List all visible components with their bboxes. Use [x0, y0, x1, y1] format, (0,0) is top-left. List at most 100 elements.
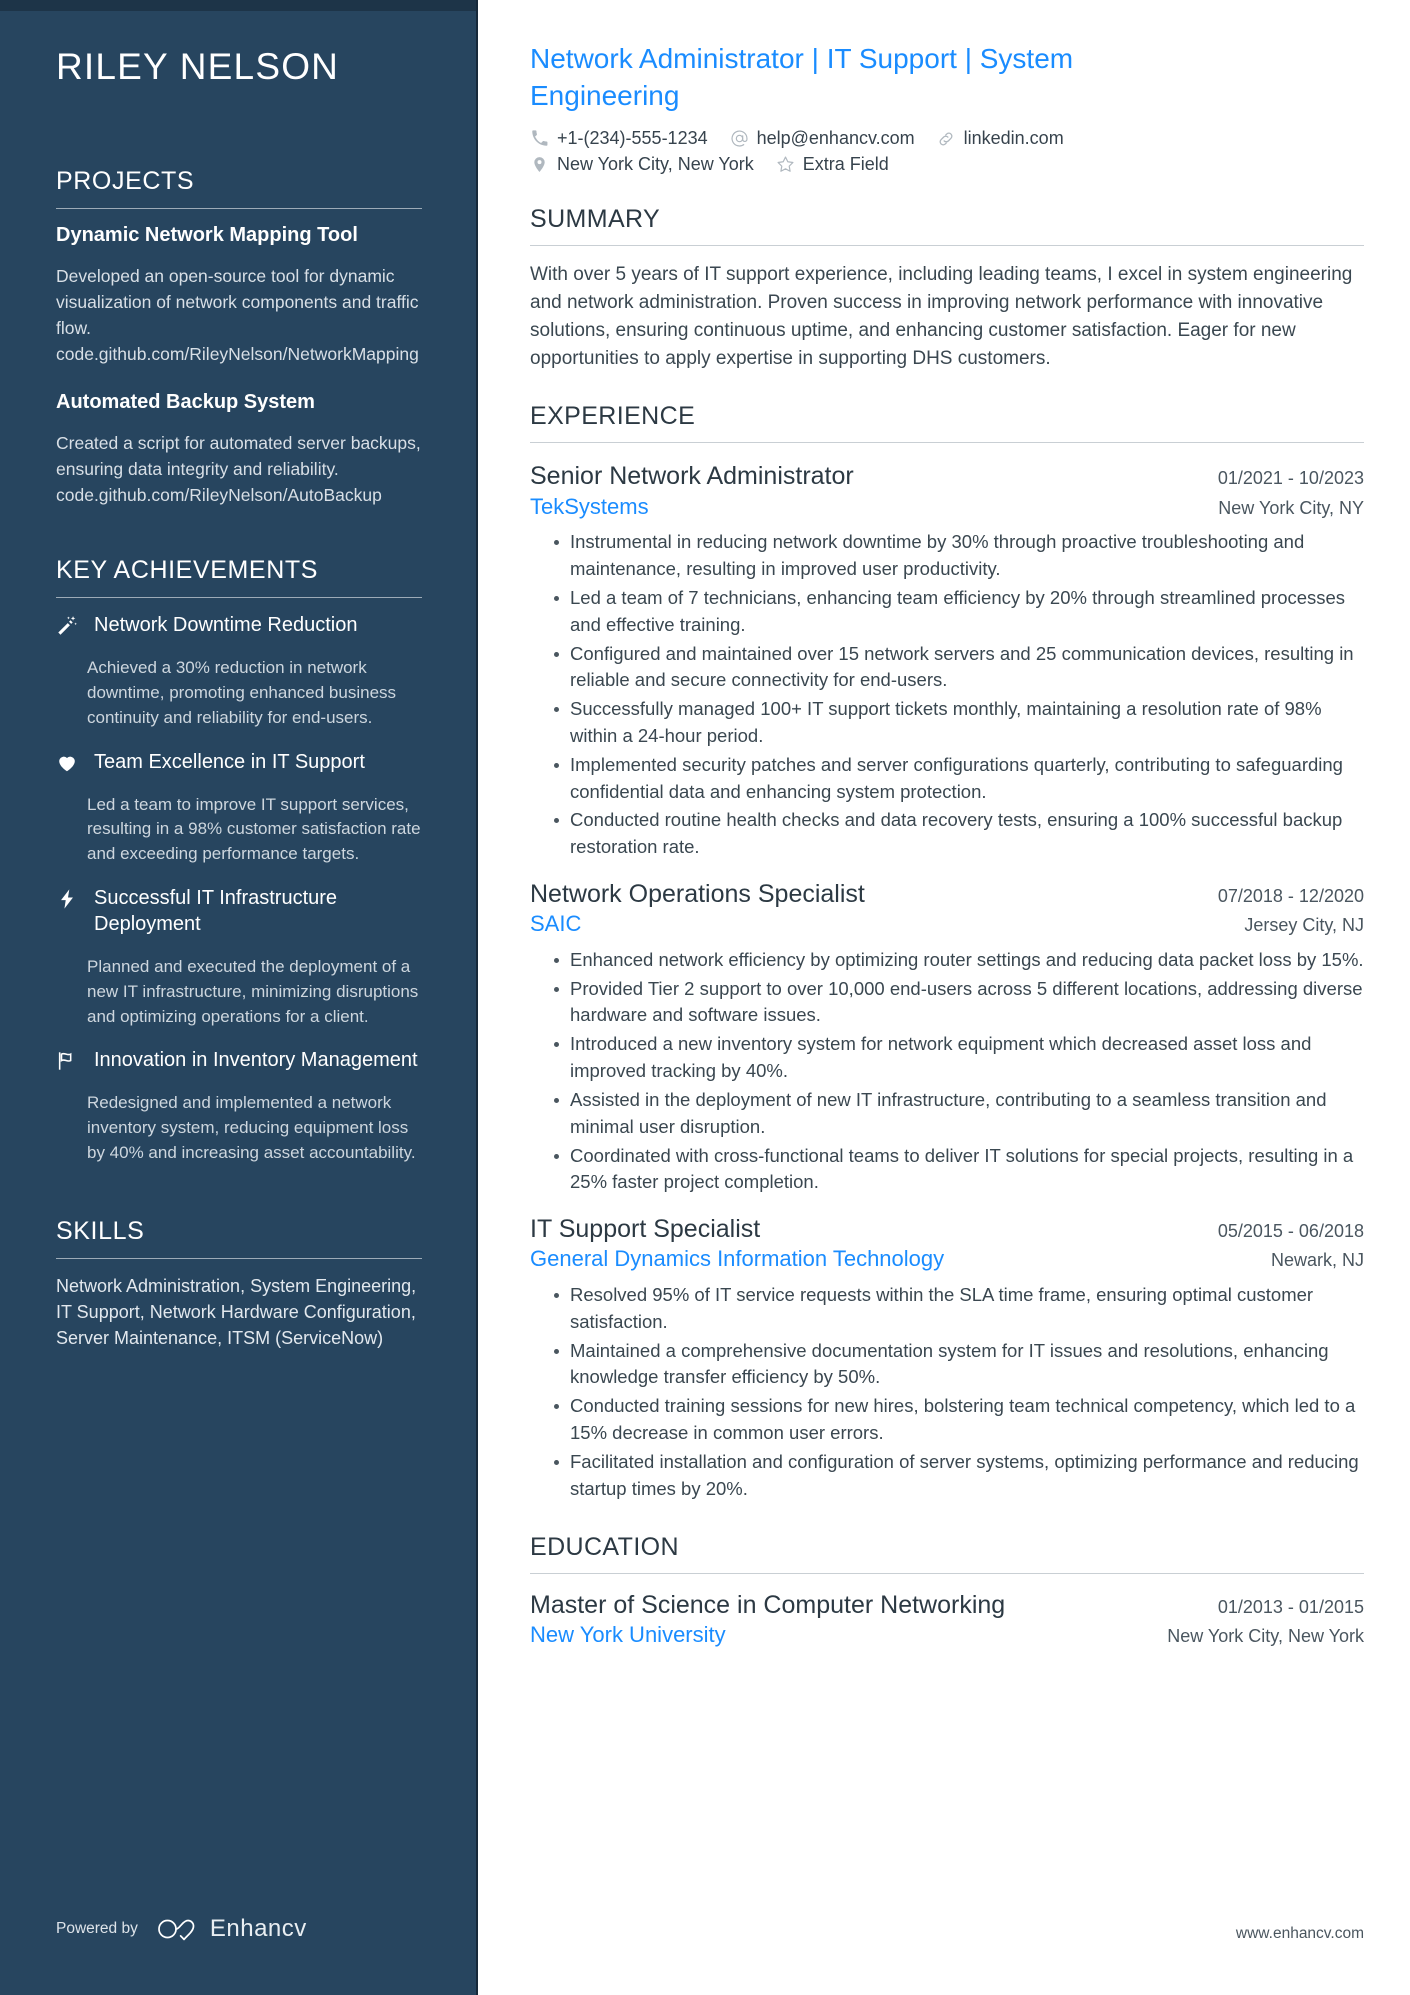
experience-title-row: Senior Network Administrator 01/2021 - 1… [530, 461, 1364, 492]
education-item: Master of Science in Computer Networking… [530, 1590, 1364, 1650]
candidate-name: RILEY NELSON [56, 46, 340, 87]
job-bullet: Introduced a new inventory system for ne… [554, 1031, 1364, 1085]
achievement-item: Innovation in Inventory Management [56, 1047, 422, 1073]
job-bullet: Conducted routine health checks and data… [554, 807, 1364, 861]
job-bullet: Maintained a comprehensive documentation… [554, 1338, 1364, 1392]
achievement-description: Planned and executed the deployment of a… [87, 956, 419, 1026]
enhancv-wordmark: Enhancv [209, 1915, 307, 1942]
job-bullet: Assisted in the deployment of new IT inf… [554, 1087, 1364, 1141]
enhancv-mark-icon [158, 1919, 195, 1941]
achievement-title: Innovation in Inventory Management [94, 1049, 418, 1072]
achievement-description: Redesigned and implemented a network inv… [87, 1093, 416, 1163]
experience-company-row: TekSystems New York City, NY [530, 493, 1364, 522]
contact-row-2: New York City, New York Extra Field [530, 154, 1364, 175]
skills-heading-rule [56, 1257, 422, 1259]
powered-by-label: Powered by [56, 1920, 138, 1937]
achievement-title: Team Excellence in IT Support [94, 750, 365, 773]
flag-icon [56, 1047, 94, 1073]
contact-email-text: help@enhancv.com [756, 128, 915, 149]
sidebar-top-band [0, 0, 478, 11]
section-summary: SUMMARY With over 5 years of IT support … [530, 205, 1364, 372]
contact-location: New York City, New York [530, 154, 754, 175]
contact-extra-field-text: Extra Field [802, 154, 889, 175]
experience-title-row: IT Support Specialist 05/2015 - 06/2018 [530, 1214, 1364, 1245]
job-bullet-list: Resolved 95% of IT service requests with… [530, 1282, 1364, 1503]
job-company[interactable]: TekSystems [530, 493, 649, 522]
job-company[interactable]: General Dynamics Information Technology [530, 1245, 944, 1274]
achievement-item: Successful IT Infrastructure Deployment [56, 885, 422, 937]
job-bullet: Successfully managed 100+ IT support tic… [554, 696, 1364, 750]
education-dates: 01/2013 - 01/2015 [1217, 1596, 1364, 1617]
project-description: Developed an open-source tool for dynami… [56, 266, 419, 364]
job-bullet: Led a team of 7 technicians, enhancing t… [554, 585, 1364, 639]
job-title: Senior Network Administrator [530, 462, 854, 491]
contact-row-1: +1-(234)-555-1234 help@enhancv.com linke… [530, 128, 1364, 149]
job-bullet-list: Enhanced network efficiency by optimizin… [530, 947, 1364, 1196]
experience-title-row: Network Operations Specialist 07/2018 - … [530, 879, 1364, 910]
achievements-heading: KEY ACHIEVEMENTS [56, 556, 318, 585]
achievement-item: Team Excellence in IT Support [56, 749, 422, 775]
section-skills: SKILLS Network Administration, System En… [56, 1216, 422, 1351]
experience-heading: EXPERIENCE [530, 402, 696, 431]
project-description: Created a script for automated server ba… [56, 433, 421, 506]
section-key-achievements: KEY ACHIEVEMENTS Network Downtime Reduct… [56, 555, 422, 1166]
contact-phone-text: +1-(234)-555-1234 [557, 128, 708, 149]
job-title: IT Support Specialist [530, 1215, 761, 1244]
summary-heading: SUMMARY [530, 205, 661, 234]
job-bullet: Facilitated installation and configurati… [554, 1449, 1364, 1503]
heart-icon [56, 749, 94, 775]
email-at-icon [730, 129, 749, 148]
main-content: Network Administrator | IT Support | Sys… [478, 0, 1410, 1995]
footer-website: www.enhancv.com [1235, 1925, 1364, 1942]
summary-text: With over 5 years of IT support experien… [530, 264, 1353, 369]
job-location: Newark, NJ [1270, 1250, 1364, 1271]
experience-heading-rule [530, 442, 1364, 444]
education-degree: Master of Science in Computer Networking [530, 1590, 1006, 1619]
job-dates: 05/2015 - 06/2018 [1217, 1221, 1364, 1242]
job-location: Jersey City, NJ [1244, 915, 1364, 936]
job-title: Network Operations Specialist [530, 880, 865, 908]
lightning-bolt-icon [56, 885, 94, 937]
achievement-description: Led a team to improve IT support service… [87, 794, 421, 864]
education-location: New York City, New York [1167, 1625, 1364, 1646]
achievement-item: Network Downtime Reduction [56, 612, 422, 638]
section-education: EDUCATION Master of Science in Computer … [530, 1533, 1364, 1650]
sidebar-footer: Powered by Enhancv [56, 1915, 307, 1943]
link-icon [937, 129, 956, 148]
job-bullet-list: Instrumental in reducing network downtim… [530, 529, 1364, 861]
achievement-title: Network Downtime Reduction [94, 614, 358, 637]
resume-page: RILEY NELSON PROJECTS Dynamic Network Ma… [0, 0, 1410, 1995]
education-school[interactable]: New York University [530, 1621, 726, 1650]
job-bullet: Instrumental in reducing network downtim… [554, 529, 1364, 583]
achievement-title: Successful IT Infrastructure Deployment [94, 886, 338, 935]
job-dates: 07/2018 - 12/2020 [1217, 886, 1364, 906]
project-item: Automated Backup System Created a script… [56, 390, 422, 509]
achievements-heading-rule [56, 597, 422, 599]
job-location: New York City, NY [1218, 497, 1364, 518]
contact-block: +1-(234)-555-1234 help@enhancv.com linke… [530, 128, 1364, 175]
education-school-row: New York University New York City, New Y… [530, 1621, 1364, 1650]
magic-wand-icon [56, 612, 94, 638]
job-bullet: Configured and maintained over 15 networ… [554, 641, 1364, 695]
phone-icon [530, 129, 549, 148]
section-experience: EXPERIENCE Senior Network Administrator … [530, 402, 1364, 1502]
job-company[interactable]: SAIC [530, 910, 581, 939]
job-bullet: Enhanced network efficiency by optimizin… [554, 947, 1364, 974]
contact-linkedin-text: linkedin.com [963, 128, 1064, 149]
projects-heading: PROJECTS [56, 166, 195, 195]
enhancv-logo: Enhancv [156, 1915, 307, 1943]
job-bullet: Implemented security patches and server … [554, 752, 1364, 806]
job-bullet: Conducted training sessions for new hire… [554, 1393, 1364, 1447]
experience-item: Network Operations Specialist 07/2018 - … [530, 879, 1364, 1196]
education-heading-rule [530, 1572, 1364, 1574]
summary-heading-rule [530, 245, 1364, 247]
project-title: Dynamic Network Mapping Tool [56, 223, 358, 246]
job-bullet: Coordinated with cross-functional teams … [554, 1143, 1364, 1197]
job-bullet: Resolved 95% of IT service requests with… [554, 1282, 1364, 1336]
experience-item: Senior Network Administrator 01/2021 - 1… [530, 461, 1364, 861]
experience-company-row: SAIC Jersey City, NJ [530, 910, 1364, 939]
education-title-row: Master of Science in Computer Networking… [530, 1590, 1364, 1621]
achievement-description: Achieved a 30% reduction in network down… [87, 658, 397, 727]
experience-item: IT Support Specialist 05/2015 - 06/2018 … [530, 1214, 1364, 1502]
professional-headline: Network Administrator | IT Support | Sys… [530, 43, 1074, 112]
